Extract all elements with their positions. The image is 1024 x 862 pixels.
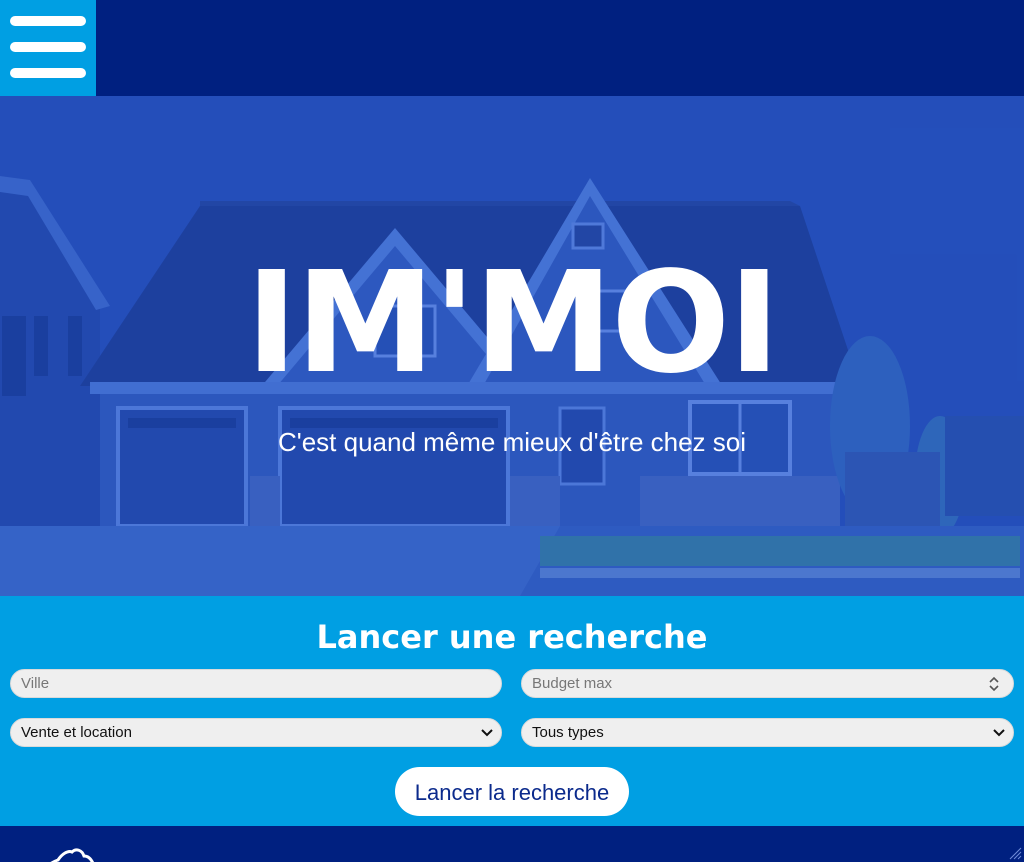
hero-subtitle: C'est quand même mieux d'être chez soi [277, 427, 747, 457]
city-input[interactable] [10, 669, 502, 698]
number-stepper-icon[interactable] [988, 676, 1000, 692]
footer [0, 826, 1024, 862]
property-type-select-value: Tous types [532, 724, 604, 741]
hamburger-menu-icon [10, 16, 86, 26]
property-type-select[interactable]: Tous types [521, 718, 1014, 747]
hamburger-menu-icon-line [10, 42, 86, 52]
transaction-select[interactable]: Vente et location [10, 718, 502, 747]
chevron-down-icon [481, 728, 493, 736]
budget-input[interactable] [521, 669, 1014, 698]
search-panel: Lancer une recherche Vente et location T… [0, 596, 1024, 826]
top-bar [0, 0, 1024, 96]
chevron-down-icon [993, 728, 1005, 736]
search-title: Lancer une recherche [316, 618, 708, 656]
hero-title: IM'MOI [245, 242, 781, 405]
hamburger-menu-icon-line [10, 68, 86, 78]
resize-handle-icon[interactable] [1008, 846, 1022, 860]
transaction-select-value: Vente et location [21, 724, 132, 741]
hero-banner: IM'MOI C'est quand même mieux d'être che… [0, 96, 1024, 596]
search-submit-button[interactable]: Lancer la recherche [395, 767, 629, 816]
hamburger-menu-button[interactable] [0, 0, 96, 96]
map-logo-icon [50, 848, 95, 862]
